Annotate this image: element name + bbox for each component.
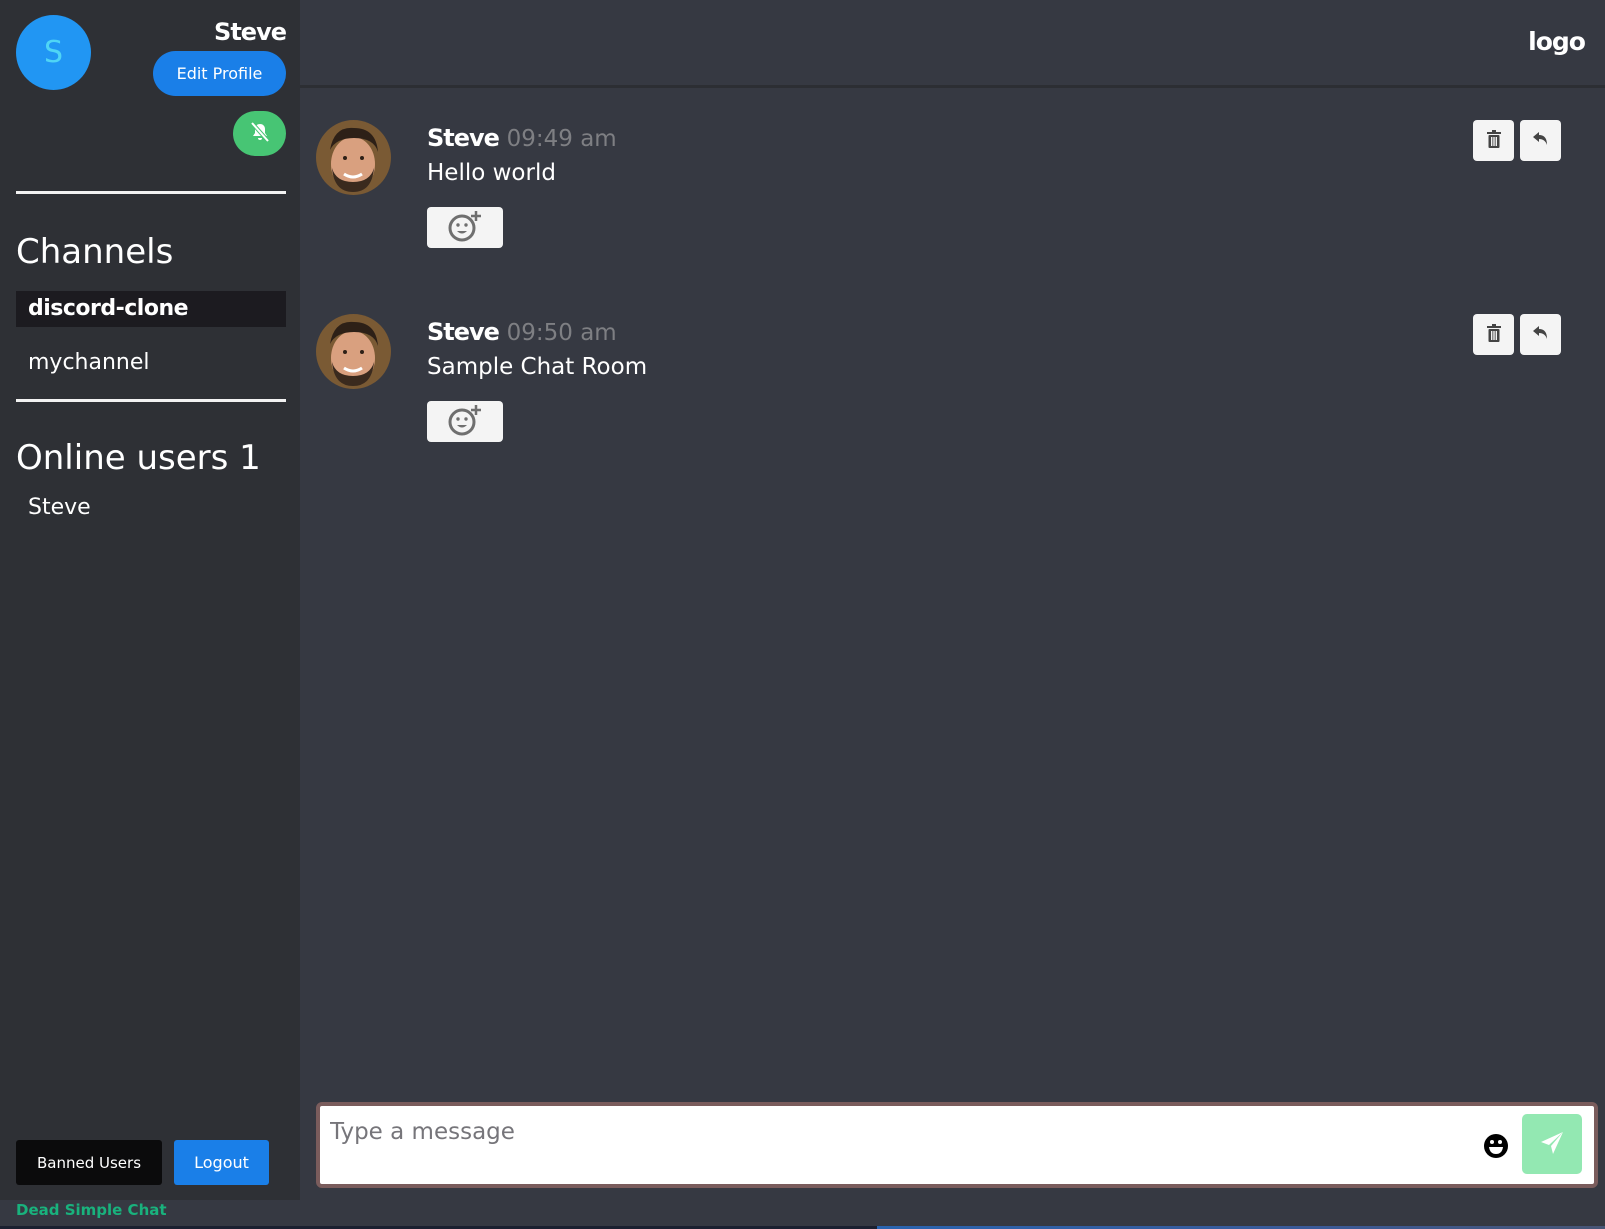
trash-icon — [1486, 130, 1501, 151]
banned-users-button[interactable]: Banned Users — [16, 1140, 162, 1185]
trash-icon — [1486, 324, 1501, 345]
emoji-picker-button[interactable] — [1482, 1133, 1510, 1161]
avatar-initial: S — [43, 35, 64, 70]
message-header: Steve 09:50 am — [427, 318, 617, 346]
reply-icon — [1532, 325, 1550, 344]
notifications-toggle-button[interactable] — [233, 111, 286, 156]
delete-message-button[interactable] — [1473, 314, 1514, 355]
online-users-heading: Online users 1 — [16, 438, 261, 478]
sidebar: S Steve Edit Profile Channels discord-cl… — [0, 0, 300, 1200]
send-button[interactable] — [1522, 1114, 1582, 1174]
message-timestamp: 09:49 am — [506, 126, 617, 152]
grinning-face-icon — [1483, 1134, 1509, 1162]
edit-profile-button[interactable]: Edit Profile — [153, 51, 286, 96]
add-reaction-button[interactable] — [427, 401, 503, 442]
brand-link[interactable]: Dead Simple Chat — [16, 1201, 167, 1219]
logo: logo — [1528, 27, 1586, 56]
reply-message-button[interactable] — [1520, 314, 1561, 355]
reply-message-button[interactable] — [1520, 120, 1561, 161]
message-header: Steve 09:49 am — [427, 124, 617, 152]
user-avatar[interactable]: S — [16, 15, 91, 90]
channel-item-discord-clone[interactable]: discord-clone — [16, 291, 286, 327]
message-item: Steve 09:50 am Sample Chat Room — [316, 314, 1586, 454]
message-composer — [316, 1102, 1598, 1188]
message-input[interactable] — [330, 1114, 1430, 1150]
reply-icon — [1532, 131, 1550, 150]
add-emoji-icon — [445, 403, 485, 440]
sidebar-divider — [16, 399, 286, 402]
message-author[interactable]: Steve — [427, 124, 500, 152]
message-text: Hello world — [427, 160, 556, 186]
message-item: Steve 09:49 am Hello world — [316, 120, 1586, 260]
delete-message-button[interactable] — [1473, 120, 1514, 161]
chat-header: logo — [300, 0, 1605, 88]
message-timestamp: 09:50 am — [506, 320, 617, 346]
sidebar-divider — [16, 191, 286, 194]
logout-button[interactable]: Logout — [174, 1140, 269, 1185]
current-user-name: Steve — [214, 18, 287, 46]
message-text: Sample Chat Room — [427, 354, 648, 380]
online-user-item[interactable]: Steve — [28, 495, 91, 520]
channels-heading: Channels — [16, 232, 174, 272]
add-reaction-button[interactable] — [427, 207, 503, 248]
message-author[interactable]: Steve — [427, 318, 500, 346]
add-emoji-icon — [445, 209, 485, 246]
bell-slash-icon — [249, 121, 271, 145]
message-avatar — [316, 120, 391, 195]
channel-item-mychannel[interactable]: mychannel — [16, 345, 286, 381]
message-avatar — [316, 314, 391, 389]
paper-plane-icon — [1539, 1130, 1565, 1159]
